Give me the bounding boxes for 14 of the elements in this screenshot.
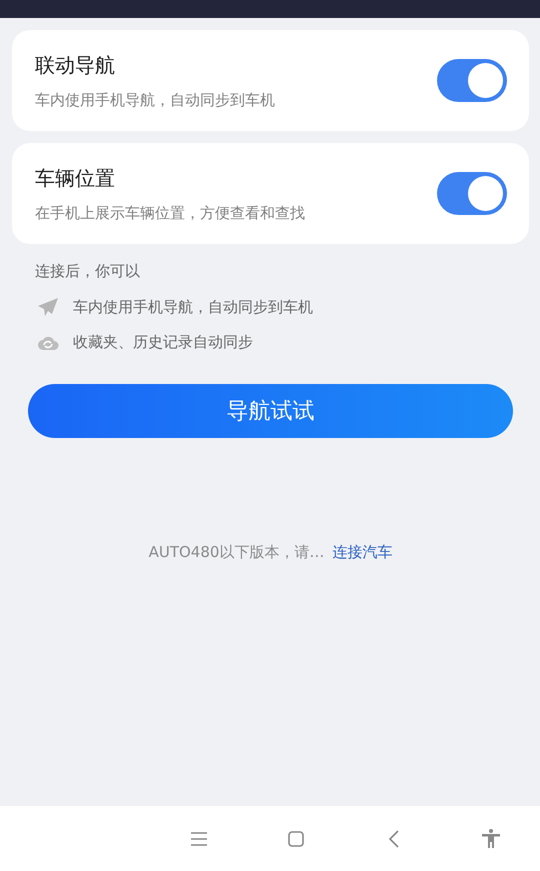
cloud-sync-icon bbox=[37, 334, 59, 350]
paper-plane-icon bbox=[37, 297, 59, 317]
setting-title: 车辆位置 bbox=[35, 166, 116, 190]
version-note: AUTO480以下版本，请… bbox=[148, 543, 324, 562]
toggle-switch[interactable] bbox=[437, 172, 507, 215]
navigate-button[interactable]: 导航试试 bbox=[28, 384, 513, 438]
toggle-switch[interactable] bbox=[437, 59, 507, 102]
setting-description: 车内使用手机导航，自动同步到车机 bbox=[35, 90, 275, 108]
feature-text: 收藏夹、历史记录自动同步 bbox=[73, 333, 253, 352]
section-heading: 连接后，你可以 bbox=[35, 261, 141, 281]
feature-text: 车内使用手机导航，自动同步到车机 bbox=[73, 298, 313, 316]
setting-description: 在手机上展示车辆位置，方便查看和查找 bbox=[35, 204, 305, 222]
setting-title: 联动导航 bbox=[35, 52, 116, 76]
connect-link[interactable]: 连接汽车 bbox=[332, 543, 392, 562]
